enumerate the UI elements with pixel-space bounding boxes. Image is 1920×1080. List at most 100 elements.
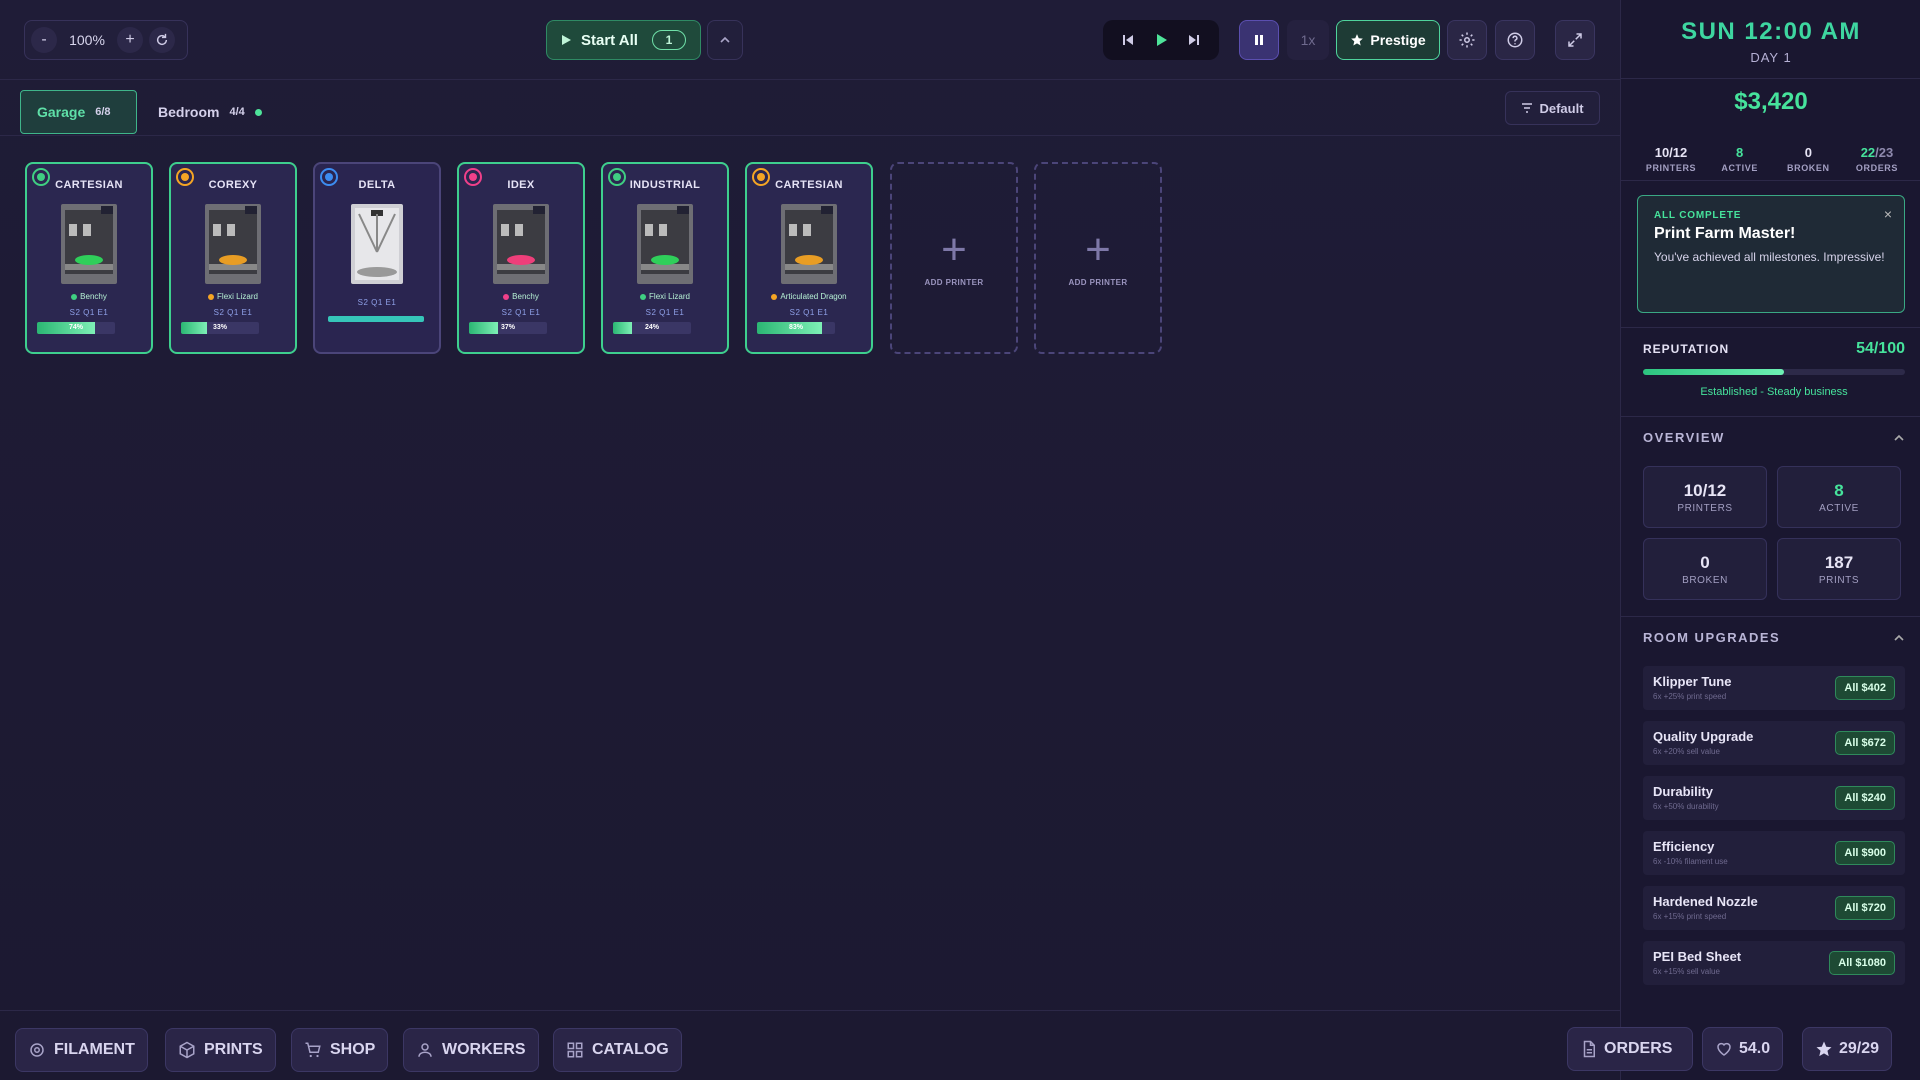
- buy-all-button[interactable]: All $720: [1835, 896, 1895, 920]
- status-dot: [254, 108, 262, 116]
- printer-stats: S2 Q1 E1: [501, 308, 541, 317]
- add-printer-label: ADD PRINTER: [1068, 277, 1128, 287]
- tab-label: Garage: [37, 104, 86, 120]
- heart-icon: [1717, 1042, 1731, 1056]
- upgrade-item: Hardened Nozzle 6x +15% print speed All $7…: [1643, 886, 1905, 930]
- workers-button[interactable]: WORKERS: [403, 1028, 539, 1072]
- reset-zoom-button[interactable]: [149, 27, 175, 53]
- reputation-note: Established - Steady business: [1700, 386, 1848, 398]
- shop-button[interactable]: SHOP: [291, 1028, 389, 1072]
- filament-button[interactable]: FILAMENT: [15, 1028, 148, 1072]
- prestige-button[interactable]: Prestige: [1336, 20, 1440, 60]
- refresh-icon: [156, 33, 168, 46]
- speed-button[interactable]: 1x: [1287, 20, 1329, 60]
- printer-card[interactable]: CARTESIAN Benchy S2 Q1 E1 74%: [25, 162, 153, 354]
- tab-label: Bedroom: [158, 104, 220, 120]
- add-printer-slot[interactable]: + ADD PRINTER: [890, 162, 1018, 354]
- progress-bar: 37%: [469, 322, 547, 334]
- buy-all-button[interactable]: All $402: [1835, 676, 1895, 700]
- document-icon: [1583, 1040, 1595, 1058]
- reputation-bar: [1643, 369, 1905, 375]
- tab-count: 4/4: [229, 106, 245, 118]
- stat-value-total: /23: [1875, 145, 1894, 160]
- upgrade-item: Klipper Tune 6x +25% print speed All $402: [1643, 666, 1905, 710]
- add-printer-slot[interactable]: + ADD PRINTER: [1034, 162, 1162, 354]
- summary-stats: 10/12 PRINTERS 8 ACTIVE 0 BROKEN 22/23 ORDER…: [1637, 145, 1911, 173]
- overview-header[interactable]: OVERVIEW: [1643, 430, 1905, 445]
- money-balance: $3,420: [1734, 88, 1808, 115]
- stat-label: ORDERS: [1855, 163, 1899, 173]
- pause-button[interactable]: [1239, 20, 1279, 60]
- reputation-button[interactable]: 54.0: [1702, 1027, 1784, 1071]
- tab-count: 6/8: [95, 106, 111, 118]
- catalog-button[interactable]: CATALOG: [553, 1028, 682, 1072]
- job-dot: [71, 293, 78, 300]
- zoom-out-button[interactable]: -: [31, 27, 57, 53]
- achievement-description: You've achieved all milestones. Impressi…: [1654, 250, 1885, 264]
- star-icon: [1351, 34, 1364, 46]
- upgrade-item: Quality Upgrade 6x +20% sell value All $67…: [1643, 721, 1905, 765]
- divider: [1621, 616, 1920, 617]
- prints-button[interactable]: PRINTS: [165, 1028, 276, 1072]
- day-counter: DAY 1: [1750, 50, 1792, 65]
- printer-icon: [493, 204, 549, 284]
- room-tabs: Garage 6/8 Bedroom 4/4: [0, 80, 1620, 136]
- progress-bar: 33%: [181, 322, 259, 334]
- buy-all-button[interactable]: All $672: [1835, 731, 1895, 755]
- chevron-up-icon: [720, 36, 730, 43]
- printer-icon: [205, 204, 261, 284]
- stat-label: ACTIVE: [1721, 163, 1758, 173]
- zoom-in-button[interactable]: +: [117, 27, 143, 53]
- tab-bedroom[interactable]: Bedroom 4/4: [142, 90, 278, 134]
- help-button[interactable]: [1495, 20, 1535, 60]
- buy-all-button[interactable]: All $240: [1835, 786, 1895, 810]
- pause-icon: [1255, 35, 1263, 45]
- hearts-value: 54.0: [1739, 1040, 1771, 1057]
- achievement-title: Print Farm Master!: [1654, 225, 1796, 242]
- printer-card[interactable]: IDEX Benchy S2 Q1 E1 37%: [457, 162, 585, 354]
- stat-label: BROKEN: [1787, 163, 1830, 173]
- bottom-nav: FILAMENT PRINTS SHOP WORKERS CATALOG: [0, 1010, 1620, 1080]
- printer-stats: S2 Q1 E1: [645, 308, 685, 317]
- printer-type: COREXY: [208, 179, 258, 191]
- buy-all-button[interactable]: All $1080: [1829, 951, 1895, 975]
- settings-button[interactable]: [1447, 20, 1487, 60]
- progress-bar: 83%: [757, 322, 835, 334]
- printer-type: IDEX: [507, 179, 535, 191]
- overview-label: PRINTS: [1818, 575, 1860, 586]
- printer-stats: S2 Q1 E1: [789, 308, 829, 317]
- skip-back-icon[interactable]: [1121, 33, 1135, 47]
- stat-active: 8 ACTIVE: [1706, 145, 1774, 173]
- overview-label: ACTIVE: [1819, 503, 1859, 514]
- job-dot: [208, 293, 215, 300]
- orders-button[interactable]: ORDERS: [1567, 1027, 1693, 1071]
- help-icon: [1507, 32, 1523, 48]
- printer-card[interactable]: INDUSTRIAL Flexi Lizard S2 Q1 E1 24%: [601, 162, 729, 354]
- progress-label: 74%: [68, 324, 83, 331]
- upgrade-item: Efficiency 6x -10% filament use All $900: [1643, 831, 1905, 875]
- overview-active: 8 ACTIVE: [1777, 466, 1901, 528]
- prestige-label: Prestige: [1370, 32, 1426, 48]
- expand-icon: [1568, 33, 1582, 47]
- nav-label: SHOP: [330, 1041, 376, 1058]
- overview-broken: 0 BROKEN: [1643, 538, 1767, 600]
- play-icon[interactable]: [1154, 33, 1168, 47]
- stat-value: 10/12: [1654, 145, 1688, 160]
- room-upgrades-header[interactable]: ROOM UPGRADES: [1643, 630, 1905, 645]
- job-dot: [640, 293, 647, 300]
- milestones-button[interactable]: 29/29: [1802, 1027, 1893, 1071]
- overview-label: PRINTERS: [1677, 503, 1733, 514]
- tab-garage[interactable]: Garage 6/8: [20, 90, 137, 134]
- buy-all-button[interactable]: All $900: [1835, 841, 1895, 865]
- sort-button[interactable]: Default: [1505, 91, 1600, 125]
- printer-card[interactable]: COREXY Flexi Lizard S2 Q1 E1 33%: [169, 162, 297, 354]
- start-all-menu-button[interactable]: [707, 20, 743, 60]
- printer-card[interactable]: DELTA S2 Q1 E1: [313, 162, 441, 354]
- fullscreen-button[interactable]: [1555, 20, 1595, 60]
- print-job-name: Benchy: [80, 292, 107, 301]
- close-icon[interactable]: ×: [1884, 206, 1892, 222]
- start-all-button[interactable]: Start All 1: [546, 20, 701, 60]
- nav-label: FILAMENT: [54, 1041, 135, 1058]
- skip-forward-icon[interactable]: [1187, 33, 1201, 47]
- printer-card[interactable]: CARTESIAN Articulated Dragon S2 Q1 E1 83%: [745, 162, 873, 354]
